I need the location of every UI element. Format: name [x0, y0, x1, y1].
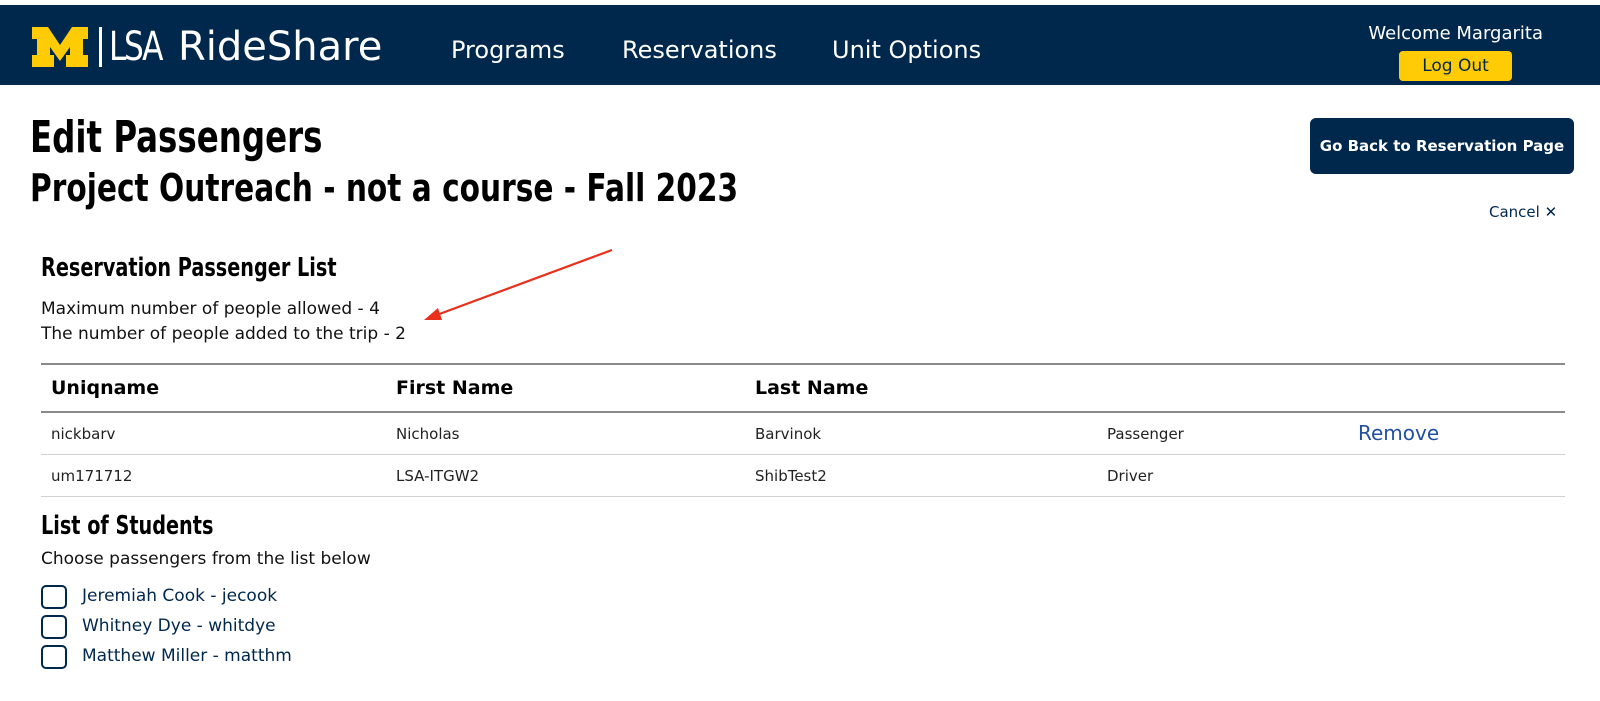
cell-role: Driver [1107, 467, 1154, 485]
app-brand[interactable]: RideShare [178, 23, 382, 71]
students-instructions: Choose passengers from the list below [41, 549, 371, 569]
passenger-list-heading: Reservation Passenger List [41, 253, 337, 283]
cell-first-name: Nicholas [396, 425, 460, 443]
top-nav-bar: LSA RideShare Programs Reservations Unit… [0, 5, 1600, 85]
table-row: um171712 LSA-ITGW2 ShibTest2 Driver [41, 455, 1565, 497]
table-top-border [41, 363, 1565, 365]
column-header-last-name: Last Name [755, 377, 869, 399]
welcome-message: Welcome Margarita [1368, 23, 1543, 44]
university-block-m-logo[interactable] [30, 25, 90, 69]
page-subtitle: Project Outreach - not a course - Fall 2… [30, 166, 739, 210]
lsa-logo-text: LSA [109, 24, 163, 70]
student-checkbox[interactable] [41, 645, 67, 669]
logo-divider [99, 27, 102, 67]
cell-role: Passenger [1107, 425, 1184, 443]
page-title: Edit Passengers [30, 112, 323, 163]
student-label[interactable]: Whitney Dye - whitdye [82, 616, 276, 636]
max-people-text: Maximum number of people allowed - 4 [41, 299, 380, 319]
annotation-arrow [424, 248, 613, 320]
table-row: nickbarv Nicholas Barvinok Passenger Rem… [41, 413, 1565, 455]
student-label[interactable]: Matthew Miller - matthm [82, 646, 292, 666]
logout-button[interactable]: Log Out [1399, 51, 1512, 81]
cell-last-name: Barvinok [755, 425, 822, 443]
nav-programs[interactable]: Programs [451, 35, 565, 65]
added-people-text: The number of people added to the trip -… [41, 324, 406, 344]
student-checkbox[interactable] [41, 585, 67, 609]
nav-reservations[interactable]: Reservations [622, 35, 777, 65]
cell-last-name: ShibTest2 [755, 467, 827, 485]
column-header-first-name: First Name [396, 377, 514, 399]
cell-first-name: LSA-ITGW2 [396, 467, 480, 485]
cell-uniqname: um171712 [51, 467, 133, 485]
students-heading: List of Students [41, 511, 214, 541]
cancel-link[interactable]: Cancel ✕ [1489, 203, 1557, 221]
nav-unit-options[interactable]: Unit Options [832, 35, 981, 65]
column-header-uniqname: Uniqname [51, 377, 160, 399]
student-label[interactable]: Jeremiah Cook - jecook [82, 586, 277, 606]
remove-passenger-link[interactable]: Remove [1358, 421, 1439, 445]
go-back-button[interactable]: Go Back to Reservation Page [1310, 118, 1574, 174]
cell-uniqname: nickbarv [51, 425, 116, 443]
student-checkbox[interactable] [41, 615, 67, 639]
